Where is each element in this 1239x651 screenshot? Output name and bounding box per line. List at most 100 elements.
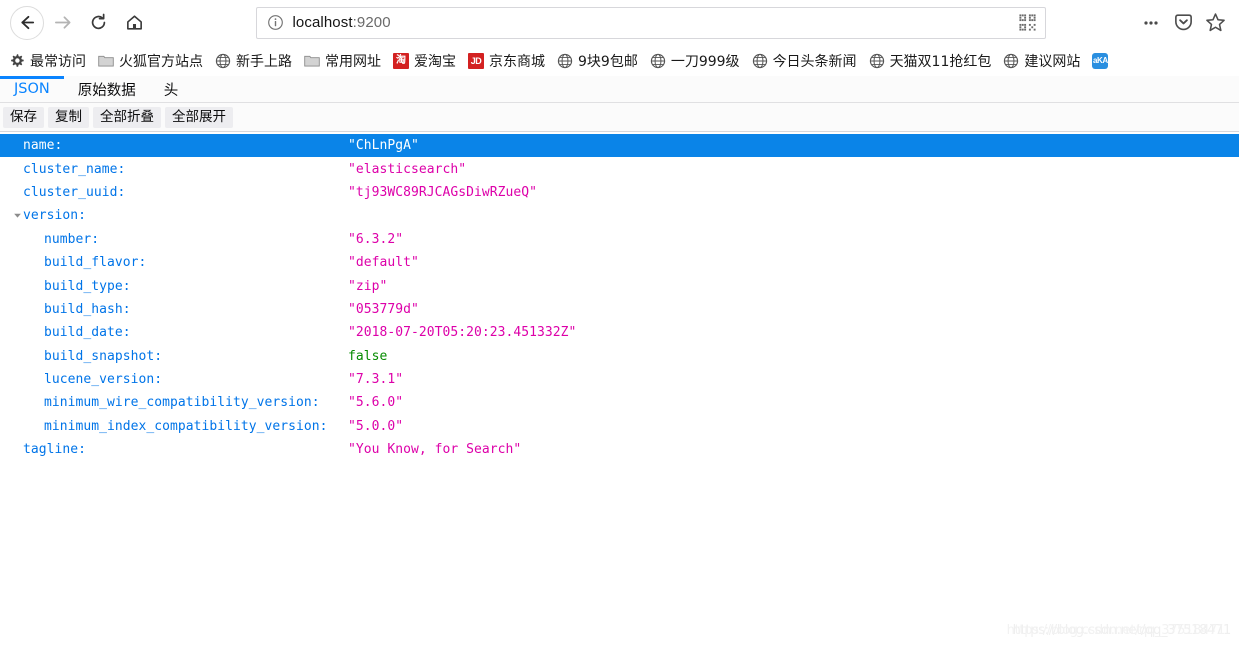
json-key: build_snapshot: xyxy=(44,348,163,364)
bookmark-item-toutiao[interactable]: 今日头条新闻 xyxy=(746,48,863,74)
watermark-text-b: https://blog.csdn.net/qq_37518471 xyxy=(1006,623,1226,638)
json-row[interactable]: number: "6.3.2" xyxy=(0,228,1239,251)
gear-icon xyxy=(9,53,25,69)
home-icon xyxy=(125,13,144,32)
json-key-cell: build_flavor: xyxy=(2,255,348,270)
json-key: number: xyxy=(44,231,100,247)
bookmark-item-common-sites[interactable]: 常用网址 xyxy=(298,48,387,74)
json-key: build_flavor: xyxy=(44,255,147,271)
bookmark-item-jd[interactable]: JD 京东商城 xyxy=(462,48,551,74)
bookmark-star-icon[interactable] xyxy=(1199,7,1231,39)
tab-label: 头 xyxy=(163,82,179,99)
json-key-cell: build_type: xyxy=(2,279,348,294)
url-host: localhost xyxy=(292,14,353,31)
json-value: "6.3.2" xyxy=(348,231,404,247)
bookmark-label: 建议网站 xyxy=(1024,53,1081,70)
json-row[interactable]: version: xyxy=(0,204,1239,227)
json-value: "tj93WC89RJCAGsDiwRZueQ" xyxy=(348,184,538,200)
more-menu-icon[interactable] xyxy=(1135,7,1167,39)
bookmark-label: 京东商城 xyxy=(489,53,545,70)
json-row[interactable]: build_snapshot: false xyxy=(0,345,1239,368)
json-key: tagline: xyxy=(23,442,87,458)
json-key-cell: build_date: xyxy=(2,325,348,340)
json-row[interactable]: build_type: "zip" xyxy=(0,274,1239,297)
json-row[interactable]: name: "ChLnPgA" xyxy=(0,134,1239,158)
back-button[interactable] xyxy=(10,5,44,40)
json-row[interactable]: cluster_name: "elasticsearch" xyxy=(0,157,1239,180)
globe-icon xyxy=(1003,53,1019,69)
reload-icon xyxy=(89,13,108,32)
bookmark-item-taobao[interactable]: 淘 爱淘宝 xyxy=(387,48,462,74)
json-key: cluster_name: xyxy=(23,161,126,177)
bookmark-item-tmall[interactable]: 天猫双11抢红包 xyxy=(863,48,998,74)
bookmark-label: 新手上路 xyxy=(236,53,292,70)
collapse-all-button[interactable]: 全部折叠 xyxy=(93,106,161,128)
globe-icon xyxy=(557,53,573,69)
bookmark-item-newbie[interactable]: 新手上路 xyxy=(209,48,298,74)
json-value: false xyxy=(348,348,388,364)
bookmark-label: 9块9包邮 xyxy=(578,53,638,70)
json-key: build_hash: xyxy=(44,301,131,317)
json-row[interactable]: minimum_index_compatibility_version: "5.0… xyxy=(0,415,1239,438)
jd-icon: JD xyxy=(468,52,484,69)
forward-arrow-icon xyxy=(53,13,72,32)
tab-raw-data[interactable]: 原始数据 xyxy=(64,76,150,102)
info-icon[interactable] xyxy=(267,14,284,31)
url-port: :9200 xyxy=(352,14,391,31)
json-value: "053779d" xyxy=(348,301,419,317)
bookmark-label: 今日头条新闻 xyxy=(772,53,857,70)
json-key-cell: cluster_name: xyxy=(2,162,348,177)
taobao-icon: 淘 xyxy=(393,52,409,69)
globe-icon xyxy=(752,53,768,69)
tab-headers[interactable]: 头 xyxy=(150,76,193,102)
bookmark-label: 一刀999级 xyxy=(670,53,740,70)
json-row[interactable]: build_flavor: "default" xyxy=(0,251,1239,274)
copy-button[interactable]: 复制 xyxy=(48,106,89,128)
pocket-icon[interactable] xyxy=(1167,7,1199,39)
forward-button[interactable] xyxy=(44,5,80,41)
navigation-toolbar: localhost:9200 xyxy=(0,0,1239,45)
bookmark-item-suggested-sites[interactable]: 建议网站 xyxy=(997,48,1086,74)
json-row[interactable]: cluster_uuid: "tj93WC89RJCAGsDiwRZueQ" xyxy=(0,181,1239,204)
bookmark-item-most-visited[interactable]: 最常访问 xyxy=(3,48,92,74)
bookmark-label: 爱淘宝 xyxy=(414,53,456,70)
json-value: "zip" xyxy=(348,278,388,294)
json-key: cluster_uuid: xyxy=(23,184,126,200)
json-key-cell: cluster_uuid: xyxy=(2,185,348,200)
json-key: minimum_index_compatibility_version: xyxy=(44,418,328,434)
json-row[interactable]: lucene_version: "7.3.1" xyxy=(0,368,1239,391)
json-key-cell: build_snapshot: xyxy=(2,349,348,364)
bookmark-item-aka[interactable]: aKA xyxy=(1086,48,1119,74)
reload-button[interactable] xyxy=(80,5,116,41)
save-button[interactable]: 保存 xyxy=(3,106,44,128)
globe-icon xyxy=(650,53,666,69)
json-row[interactable]: minimum_wire_compatibility_version: "5.6.… xyxy=(0,391,1239,414)
chevron-down-icon[interactable] xyxy=(12,211,22,220)
url-text[interactable]: localhost:9200 xyxy=(293,14,1018,31)
tab-json[interactable]: JSON xyxy=(0,76,64,102)
json-value: "elasticsearch" xyxy=(348,161,467,177)
json-key-cell: lucene_version: xyxy=(2,372,348,387)
bookmark-item-yidao999[interactable]: 一刀999级 xyxy=(644,48,746,74)
bookmark-item-firefox-official[interactable]: 火狐官方站点 xyxy=(92,48,209,74)
json-viewer-tabs: JSON 原始数据 头 xyxy=(0,76,1239,103)
bookmark-label: 火狐官方站点 xyxy=(119,53,203,70)
bookmarks-toolbar: 最常访问 火狐官方站点 新手上路 常用网址 淘 爱淘宝 JD 京东商城 9块9包… xyxy=(0,45,1239,76)
json-row[interactable]: tagline: "You Know, for Search" xyxy=(0,438,1239,461)
qr-code-icon[interactable] xyxy=(1018,13,1039,32)
json-key: build_type: xyxy=(44,278,131,294)
json-row-list: name: "ChLnPgA" cluster_name: "elasticsearc… xyxy=(0,134,1239,461)
json-key-cell: name: xyxy=(2,138,348,153)
bookmark-item-9yuan9[interactable]: 9块9包邮 xyxy=(551,48,644,74)
address-bar[interactable]: localhost:9200 xyxy=(255,6,1046,39)
json-viewer-actions: 保存 复制 全部折叠 全部展开 xyxy=(0,103,1239,132)
json-row[interactable]: build_date: "2018-07-20T05:20:23.451332Z" xyxy=(0,321,1239,344)
home-button[interactable] xyxy=(116,5,152,41)
expand-all-button[interactable]: 全部展开 xyxy=(165,106,233,128)
json-row[interactable]: build_hash: "053779d" xyxy=(0,298,1239,321)
json-key: version: xyxy=(23,208,87,224)
json-value: "5.6.0" xyxy=(348,395,404,411)
watermark: https://blog.csdn.net/qq_37518471 https:… xyxy=(1007,623,1232,638)
tab-label: 原始数据 xyxy=(77,82,136,99)
browser-window: localhost:9200 最常访问 火狐官方站点 新手上路 常用网址 淘 爱… xyxy=(0,0,1239,651)
